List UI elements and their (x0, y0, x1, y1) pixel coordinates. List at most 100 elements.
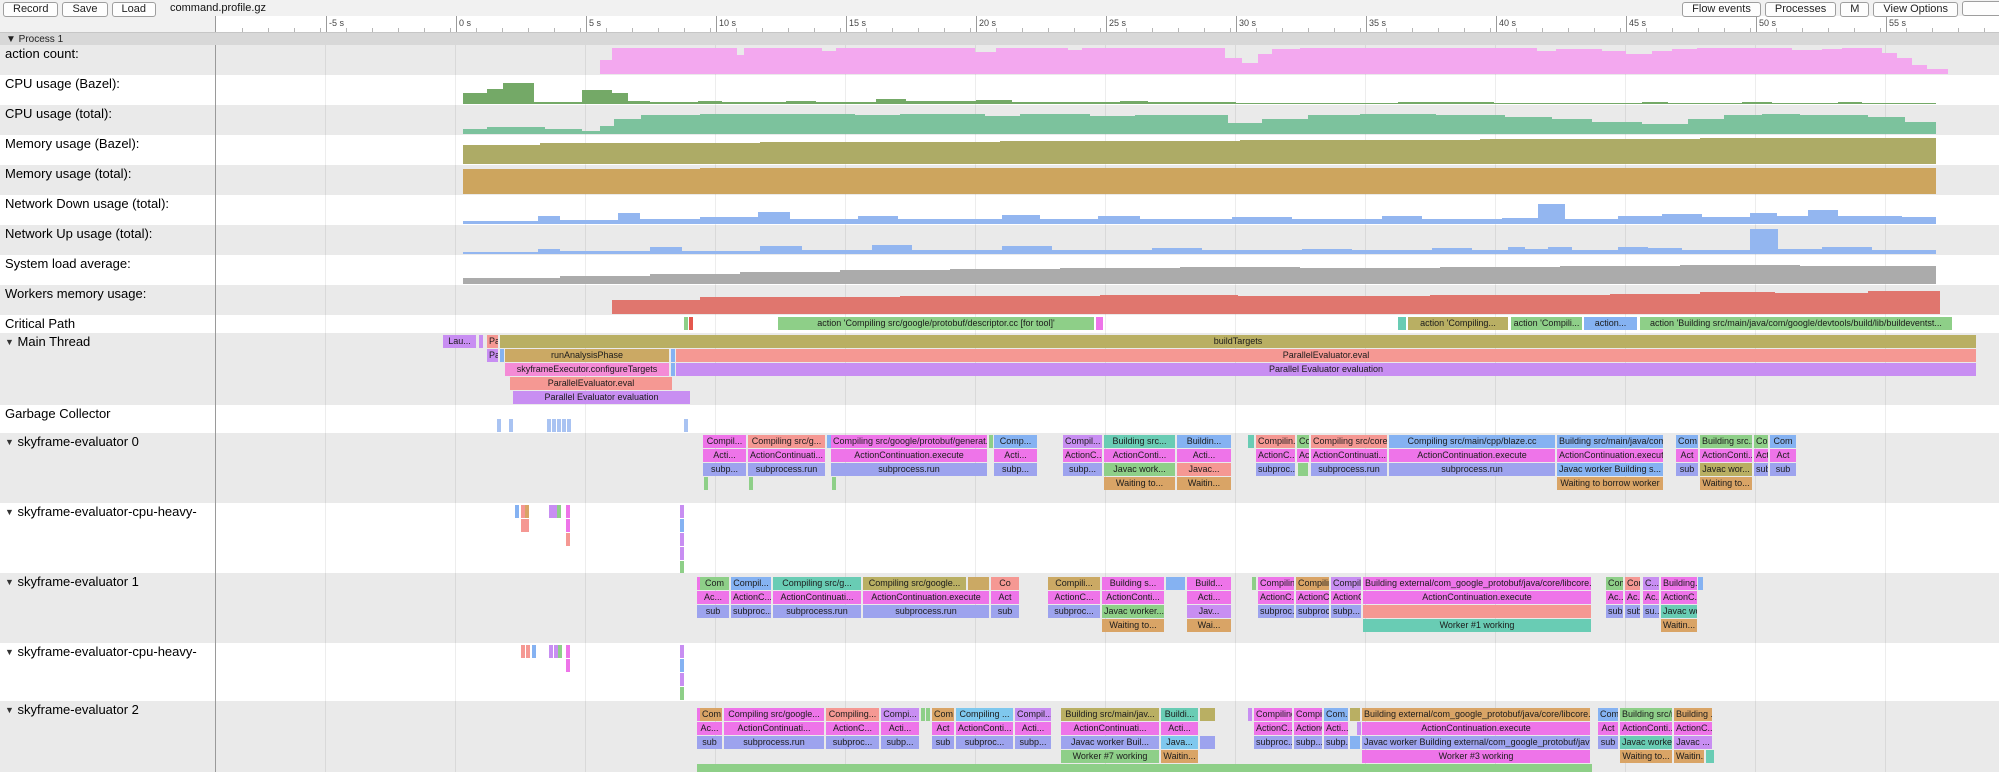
slice[interactable]: ParallelEvaluator.eval (676, 349, 1976, 362)
slice[interactable]: Build... (1187, 577, 1231, 590)
slice[interactable] (1200, 736, 1215, 749)
slice[interactable]: Compil... (1015, 708, 1051, 721)
track-label-skyframe-evaluator-cpu-heavy[interactable]: ▼ skyframe-evaluator-cpu-heavy- (5, 644, 197, 659)
counter-segment[interactable] (640, 219, 700, 224)
counter-segment[interactable] (1202, 250, 1302, 254)
slice[interactable]: Acti... (1161, 722, 1198, 735)
slice[interactable]: Act (1598, 722, 1618, 735)
slice[interactable]: C... (1643, 577, 1659, 590)
slice[interactable]: Javac worker... (1102, 605, 1164, 618)
counter-segment[interactable] (540, 143, 760, 164)
counter-segment[interactable] (1548, 247, 1572, 254)
counter-segment[interactable] (744, 48, 822, 74)
counter-segment[interactable] (1052, 250, 1152, 254)
counter-segment[interactable] (975, 52, 996, 74)
counter-segment[interactable] (463, 93, 487, 104)
counter-segment[interactable] (1688, 119, 1724, 134)
counter-segment[interactable] (1602, 51, 1626, 74)
slice[interactable] (680, 645, 684, 658)
slice[interactable]: Javac worker... (1620, 736, 1672, 749)
slice[interactable]: sub (1598, 736, 1618, 749)
counter-segment[interactable] (1090, 116, 1135, 134)
panel-divider[interactable] (215, 16, 216, 772)
slice[interactable] (704, 477, 708, 490)
slice[interactable] (1248, 435, 1254, 448)
counter-segment[interactable] (1838, 216, 1902, 224)
slice[interactable]: Acti... (994, 449, 1037, 462)
slice[interactable]: Acti... (881, 722, 919, 735)
slice[interactable]: subprocess.run (773, 605, 861, 618)
slice[interactable] (680, 547, 684, 560)
counter-segment[interactable] (1537, 51, 1556, 74)
counter-segment[interactable] (1800, 115, 1868, 134)
slice[interactable] (1350, 708, 1360, 721)
slice[interactable]: Acti... (1015, 722, 1051, 735)
slice[interactable]: sub (1770, 463, 1796, 476)
slice[interactable]: ActionConti... (1102, 591, 1164, 604)
counter-segment[interactable] (836, 48, 975, 74)
slice[interactable]: Co (1754, 435, 1768, 448)
counter-segment[interactable] (545, 129, 582, 134)
slice[interactable] (1096, 317, 1103, 330)
slice[interactable]: Compil... (703, 435, 746, 448)
slice[interactable] (1166, 577, 1185, 590)
counter-segment[interactable] (700, 217, 758, 224)
slice[interactable] (697, 764, 1592, 772)
counter-segment[interactable] (628, 101, 650, 104)
slice[interactable]: ActionContinuati... (773, 591, 861, 604)
counter-segment[interactable] (786, 101, 816, 104)
counter-segment[interactable] (1897, 58, 1912, 74)
slice[interactable] (497, 419, 501, 432)
slice[interactable]: Waitin... (1661, 619, 1697, 632)
slice[interactable]: subproc... (731, 605, 771, 618)
counter-segment[interactable] (1002, 215, 1040, 224)
counter-segment[interactable] (912, 250, 1002, 254)
slice[interactable]: subprocess.run (1311, 463, 1387, 476)
slice[interactable] (680, 673, 684, 686)
slice[interactable]: ActionContinuation.execute (1557, 449, 1663, 462)
counter-segment[interactable] (1480, 139, 1700, 164)
slice[interactable] (926, 708, 930, 721)
counter-segment[interactable] (1560, 266, 1680, 284)
counter-segment[interactable] (1882, 53, 1897, 74)
counter-segment[interactable] (1777, 216, 1808, 224)
counter-segment[interactable] (1232, 217, 1292, 224)
slice[interactable] (832, 477, 836, 490)
slice[interactable]: Compil... (1063, 435, 1102, 448)
slice[interactable] (1698, 577, 1703, 590)
slice[interactable]: Ac... (1606, 591, 1623, 604)
slice[interactable]: ActionConti... (1620, 722, 1672, 735)
slice[interactable]: Compili... (1048, 577, 1100, 590)
slice[interactable]: Acti... (1187, 591, 1231, 604)
slice[interactable]: sub (1606, 605, 1623, 618)
slice[interactable]: Building ... (1674, 708, 1712, 721)
slice[interactable] (680, 505, 684, 518)
slice[interactable]: ActionContinuation.execute (1389, 449, 1555, 462)
counter-segment[interactable] (1652, 51, 1672, 74)
counter-segment[interactable] (1060, 268, 1180, 284)
slice[interactable]: runAnalysisPhase (505, 349, 669, 362)
slice[interactable]: Building src... (1700, 435, 1752, 448)
slice[interactable]: ActionC... (1296, 591, 1329, 604)
slice[interactable]: subprocess.run (748, 463, 825, 476)
slice[interactable] (671, 349, 675, 362)
counter-segment[interactable] (1300, 48, 1537, 74)
counter-segment[interactable] (1135, 115, 1228, 134)
counter-segment[interactable] (1302, 249, 1352, 254)
slice[interactable]: Act (1297, 449, 1309, 462)
slice[interactable]: Compiling src/main/cpp/blaze.cc (1389, 435, 1555, 448)
counter-segment[interactable] (463, 145, 540, 164)
counter-segment[interactable] (906, 101, 976, 104)
counter-segment[interactable] (1808, 210, 1838, 224)
counter-segment[interactable] (898, 219, 1002, 224)
collapse-arrow-icon[interactable]: ▼ (5, 577, 14, 587)
counter-segment[interactable] (737, 55, 744, 74)
counter-segment[interactable] (1702, 217, 1750, 224)
slice[interactable] (557, 419, 561, 432)
counter-segment[interactable] (1618, 247, 1648, 254)
counter-segment[interactable] (600, 60, 612, 74)
slice[interactable] (1363, 605, 1591, 618)
slice[interactable]: Compiling src/google... (863, 577, 966, 590)
slice[interactable] (1252, 577, 1256, 590)
track-label-workers-memory-usage[interactable]: Workers memory usage: (5, 286, 146, 301)
